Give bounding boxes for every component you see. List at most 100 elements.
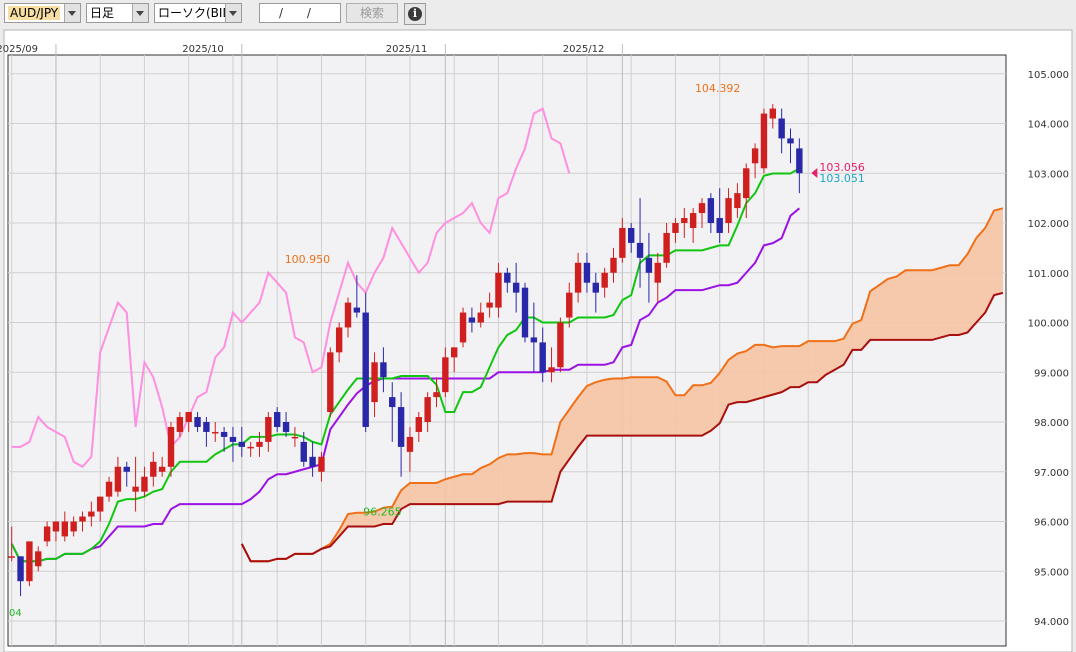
- candle-body: [265, 417, 272, 442]
- y-tick-label: 101.000: [1028, 269, 1069, 280]
- candle-body: [97, 496, 104, 512]
- y-tick-label: 97.000: [1034, 468, 1069, 479]
- candle-body: [291, 436, 299, 439]
- candle-body: [203, 422, 210, 432]
- x-tick-label: 2025/09: [0, 44, 38, 55]
- y-tick-label: 102.000: [1028, 219, 1069, 230]
- candle-body: [397, 407, 405, 447]
- candle-body: [734, 193, 741, 209]
- candle-body: [716, 218, 723, 233]
- candle-body: [743, 168, 750, 199]
- candle-body: [389, 397, 396, 408]
- candle-body: [512, 282, 520, 293]
- edge-price-label: 04: [9, 608, 22, 619]
- candle-body: [769, 108, 776, 119]
- candle-body: [778, 118, 785, 139]
- candle-body: [256, 441, 263, 447]
- candle-body: [88, 511, 95, 517]
- candle-body: [601, 272, 608, 288]
- candle-body: [43, 526, 51, 542]
- y-tick-label: 103.000: [1028, 169, 1069, 180]
- y-tick-label: 98.000: [1034, 418, 1069, 429]
- candle-body: [442, 357, 449, 393]
- candle-body: [628, 227, 635, 243]
- candle-body: [751, 148, 759, 164]
- candle-body: [406, 436, 414, 452]
- candle-body: [229, 436, 237, 442]
- candle-body: [247, 446, 254, 449]
- candle-body: [105, 481, 113, 497]
- candle-body: [282, 422, 290, 432]
- candle-body: [459, 312, 467, 343]
- candle-body: [433, 392, 440, 398]
- candle-body: [574, 262, 582, 293]
- candle-body: [327, 352, 334, 413]
- candle-body: [380, 362, 387, 378]
- candle-body: [344, 302, 352, 328]
- candle-body: [52, 521, 60, 532]
- candle-body: [318, 456, 325, 472]
- candle-body: [787, 138, 794, 144]
- candle-body: [17, 556, 24, 582]
- candle-body: [451, 347, 458, 358]
- y-tick-label: 100.000: [1028, 319, 1069, 330]
- y-tick-label: 99.000: [1034, 368, 1069, 379]
- candle-body: [707, 198, 715, 223]
- candle-body: [220, 431, 228, 437]
- x-tick-label: 2025/12: [563, 44, 605, 55]
- candle-body: [415, 417, 422, 432]
- candle-body: [486, 302, 493, 308]
- candle-body: [371, 362, 378, 403]
- candle-body: [158, 466, 166, 472]
- y-tick-label: 96.000: [1034, 518, 1069, 529]
- candle-body: [79, 516, 86, 522]
- candle-body: [300, 441, 307, 462]
- candle-body: [698, 203, 706, 214]
- candle-body: [362, 312, 369, 427]
- candle-body: [583, 262, 591, 283]
- candle-body: [61, 521, 68, 537]
- candle-body: [194, 417, 201, 427]
- ichimoku-chart: 94.000 95.000 96.000 97.000 98.000 99.000 100.…: [0, 29, 1073, 652]
- swing-high-label: 100.950: [285, 253, 331, 266]
- y-tick-label: 104.000: [1028, 120, 1069, 131]
- candle-body: [212, 431, 219, 434]
- candle-body: [167, 426, 175, 467]
- candle-body: [681, 218, 688, 223]
- candle-body: [610, 257, 617, 273]
- candle-body: [424, 397, 431, 422]
- candle-body: [672, 223, 679, 233]
- candle-body: [335, 327, 343, 353]
- y-tick-label: 94.000: [1034, 617, 1069, 628]
- candle-body: [309, 456, 316, 467]
- candle-body: [141, 476, 148, 492]
- candle-body: [8, 556, 15, 558]
- candle-body: [70, 521, 77, 532]
- candle-body: [176, 417, 184, 432]
- candle-body: [504, 272, 511, 283]
- candle-body: [548, 367, 555, 373]
- candle-body: [530, 337, 538, 343]
- y-tick-label: 95.000: [1034, 567, 1069, 578]
- candle-body: [636, 242, 644, 258]
- high-price-label: 104.392: [695, 82, 741, 95]
- candle-body: [35, 551, 42, 567]
- swing-low-label: 96.265: [363, 505, 402, 518]
- x-tick-label: 2025/11: [386, 44, 428, 55]
- candle-body: [468, 317, 476, 323]
- candle-body: [592, 282, 599, 293]
- candle-body: [796, 148, 803, 174]
- candle-body: [557, 322, 564, 368]
- candle-body: [619, 227, 626, 258]
- candle-body: [114, 466, 122, 492]
- candle-body: [185, 412, 192, 422]
- candle-body: [123, 466, 130, 472]
- candle-body: [725, 198, 732, 223]
- candle-body: [539, 342, 546, 373]
- candle-body: [689, 213, 697, 228]
- candle-body: [521, 287, 529, 338]
- candle-body: [132, 486, 139, 492]
- candle-body: [663, 232, 670, 263]
- candle-body: [477, 312, 484, 323]
- candle-body: [654, 262, 661, 283]
